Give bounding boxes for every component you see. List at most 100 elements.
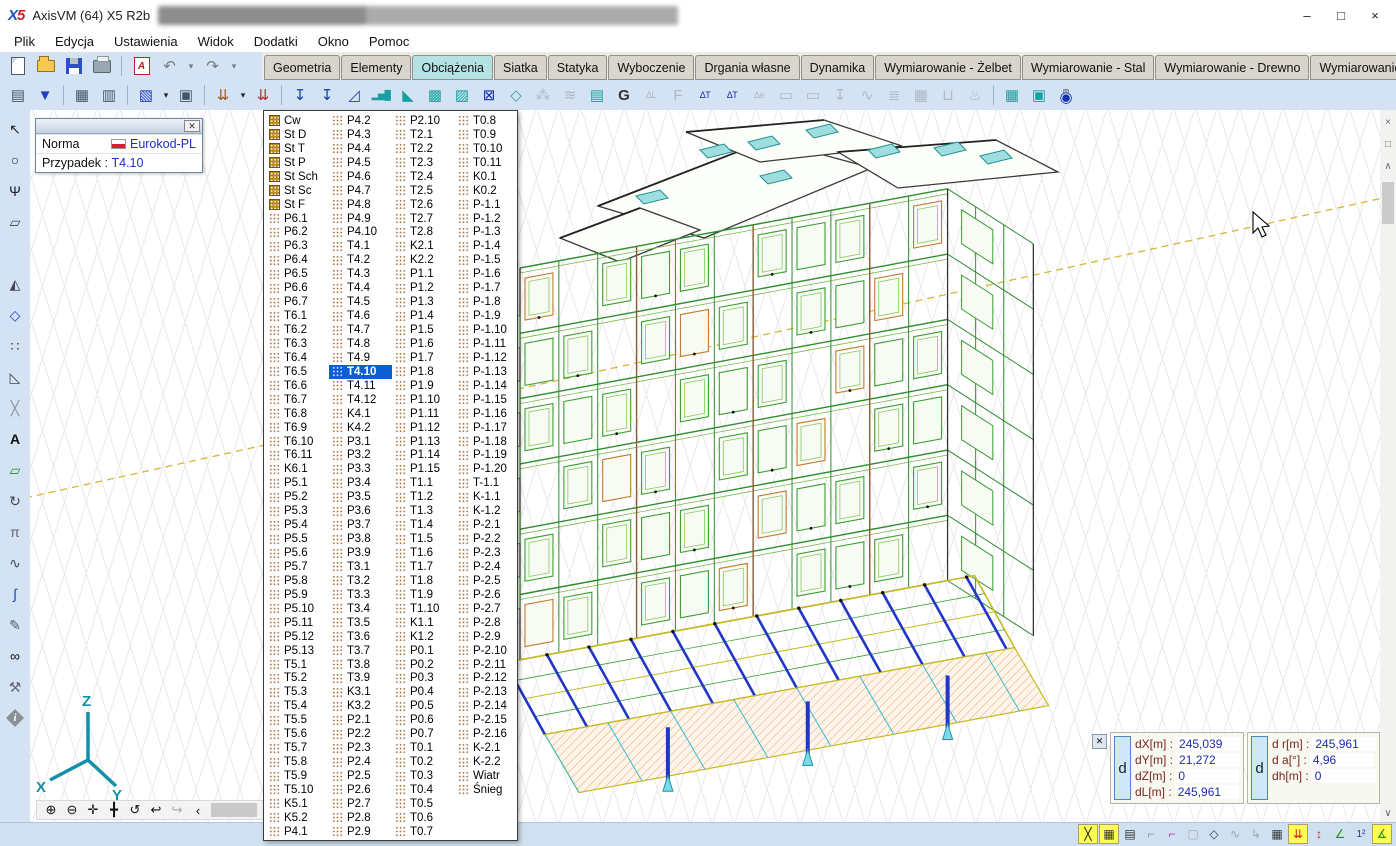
- load-case-item[interactable]: P4.6: [329, 170, 392, 184]
- coord-value[interactable]: 245,961: [1312, 737, 1376, 751]
- tab-elementy[interactable]: Elementy: [341, 55, 411, 80]
- load-case-item[interactable]: St Sc: [266, 184, 329, 198]
- maximize-button[interactable]: □: [1324, 3, 1358, 27]
- load-case-item[interactable]: P2.10: [392, 114, 455, 128]
- load-case-item[interactable]: T6.6: [266, 379, 329, 393]
- zoom-fit-icon[interactable]: ✛: [85, 802, 101, 818]
- load-case-item[interactable]: P-1.13: [455, 365, 518, 379]
- tab-wymiarowanie-drewno[interactable]: Wymiarowanie - Drewno: [1155, 55, 1309, 80]
- load-case-item[interactable]: K0.2: [455, 184, 518, 198]
- coord-value[interactable]: 0: [1312, 769, 1376, 783]
- vertical-direction-icon[interactable]: ↕: [1309, 824, 1329, 844]
- load-case-item[interactable]: P6.2: [266, 226, 329, 240]
- load-case-item[interactable]: T6.10: [266, 435, 329, 449]
- load-case-item[interactable]: T4.5: [329, 295, 392, 309]
- load-case-item[interactable]: T0.6: [392, 811, 455, 825]
- load-case-item[interactable]: T4.4: [329, 281, 392, 295]
- load-case-item[interactable]: T3.9: [329, 672, 392, 686]
- load-case-item[interactable]: K-2.1: [455, 741, 518, 755]
- load-case-item[interactable]: P4.7: [329, 184, 392, 198]
- tab-siatka[interactable]: Siatka: [494, 55, 547, 80]
- load-case-item[interactable]: T5.4: [266, 699, 329, 713]
- load-case-item[interactable]: P-2.15: [455, 713, 518, 727]
- load-case-item[interactable]: P-1.11: [455, 337, 518, 351]
- geometry-tools-icon[interactable]: ◺: [4, 366, 27, 388]
- units-icon[interactable]: m◉: [1053, 83, 1079, 108]
- load-case-item[interactable]: P5.11: [266, 616, 329, 630]
- load-case-item[interactable]: K6.1: [266, 462, 329, 476]
- local-axes-icon[interactable]: ∠: [1330, 824, 1350, 844]
- load-case-item[interactable]: K0.1: [455, 170, 518, 184]
- panel-title-bar[interactable]: ✕: [36, 119, 202, 134]
- nav-scrollbar-thumb[interactable]: [211, 803, 257, 817]
- load-case-item[interactable]: P1.10: [392, 393, 455, 407]
- load-case-item[interactable]: T0.8: [455, 114, 518, 128]
- load-case-item[interactable]: P5.13: [266, 644, 329, 658]
- load-case-item[interactable]: P6.1: [266, 212, 329, 226]
- load-case-item[interactable]: P-2.2: [455, 532, 518, 546]
- steps-icon[interactable]: ▤: [1120, 824, 1140, 844]
- info-icon[interactable]: i: [4, 707, 27, 729]
- load-case-item[interactable]: P1.8: [392, 365, 455, 379]
- load-case-item[interactable]: St T: [266, 142, 329, 156]
- self-weight-icon[interactable]: G: [611, 83, 637, 108]
- load-case-item[interactable]: T1.7: [392, 560, 455, 574]
- load-case-item[interactable]: P2.8: [329, 811, 392, 825]
- load-case-item[interactable]: T3.7: [329, 644, 392, 658]
- snap-grid-icon[interactable]: ▦: [1099, 824, 1119, 844]
- load-case-item[interactable]: P3.5: [329, 490, 392, 504]
- load-case-item[interactable]: P4.2: [329, 114, 392, 128]
- load-case-item[interactable]: P6.6: [266, 281, 329, 295]
- menu-item-pomoc[interactable]: Pomoc: [359, 32, 419, 51]
- load-case-item[interactable]: P-1.7: [455, 281, 518, 295]
- load-case-item[interactable]: T2.6: [392, 198, 455, 212]
- level-marker-icon[interactable]: ▼: [32, 83, 58, 108]
- load-case-item[interactable]: T0.2: [392, 755, 455, 769]
- load-case-item[interactable]: T2.4: [392, 170, 455, 184]
- load-case-item[interactable]: T3.1: [329, 560, 392, 574]
- tab-wyboczenie[interactable]: Wyboczenie: [608, 55, 694, 80]
- load-case-item[interactable]: P-1.4: [455, 239, 518, 253]
- load-case-item[interactable]: P-2.8: [455, 616, 518, 630]
- drawings-dropdown[interactable]: ▾: [160, 83, 172, 108]
- load-case-item[interactable]: T-1.1: [455, 476, 518, 490]
- load-case-item[interactable]: P5.5: [266, 532, 329, 546]
- opening-load-icon[interactable]: ⊠: [476, 83, 502, 108]
- load-case-item[interactable]: T5.1: [266, 658, 329, 672]
- load-case-item[interactable]: T0.10: [455, 142, 518, 156]
- load-case-item[interactable]: P5.7: [266, 560, 329, 574]
- scroll-down-icon[interactable]: ∨: [1381, 807, 1395, 820]
- load-case-item[interactable]: P-2.6: [455, 588, 518, 602]
- load-case-item[interactable]: P4.5: [329, 156, 392, 170]
- cursor-mode-icon[interactable]: ◇: [1204, 824, 1224, 844]
- load-case-item[interactable]: P6.7: [266, 295, 329, 309]
- workplane-icon[interactable]: ◇: [4, 304, 27, 326]
- array-icon[interactable]: ∷: [4, 335, 27, 357]
- load-case-item[interactable]: T4.12: [329, 393, 392, 407]
- load-case-item[interactable]: P0.7: [392, 727, 455, 741]
- load-case-item[interactable]: Śnieg: [455, 783, 518, 797]
- pan-icon[interactable]: ╋: [106, 802, 122, 818]
- load-case-item[interactable]: P6.4: [266, 253, 329, 267]
- load-case-item[interactable]: P3.6: [329, 504, 392, 518]
- slab-load-icon[interactable]: ▨: [449, 83, 475, 108]
- load-case-item[interactable]: T0.4: [392, 783, 455, 797]
- load-case-item[interactable]: T1.3: [392, 504, 455, 518]
- scroll-up-icon[interactable]: ∧: [1381, 160, 1395, 173]
- load-case-item[interactable]: P0.4: [392, 685, 455, 699]
- surface-point-load-icon[interactable]: ◿: [341, 83, 367, 108]
- section-line-icon[interactable]: ∫: [4, 583, 27, 605]
- load-case-item[interactable]: P0.2: [392, 658, 455, 672]
- load-case-item[interactable]: P1.5: [392, 323, 455, 337]
- previous-view-icon[interactable]: ↩: [148, 802, 164, 818]
- load-case-item[interactable]: K5.1: [266, 797, 329, 811]
- load-case-item[interactable]: P0.3: [392, 672, 455, 686]
- load-case-item[interactable]: T1.9: [392, 588, 455, 602]
- load-case-item[interactable]: T2.2: [392, 142, 455, 156]
- load-case-item[interactable]: T1.6: [392, 546, 455, 560]
- load-case-item[interactable]: P6.3: [266, 239, 329, 253]
- load-case-item[interactable]: T2.7: [392, 212, 455, 226]
- load-case-item[interactable]: P-1.3: [455, 226, 518, 240]
- load-case-item[interactable]: St Sch: [266, 170, 329, 184]
- load-case-item[interactable]: P3.9: [329, 546, 392, 560]
